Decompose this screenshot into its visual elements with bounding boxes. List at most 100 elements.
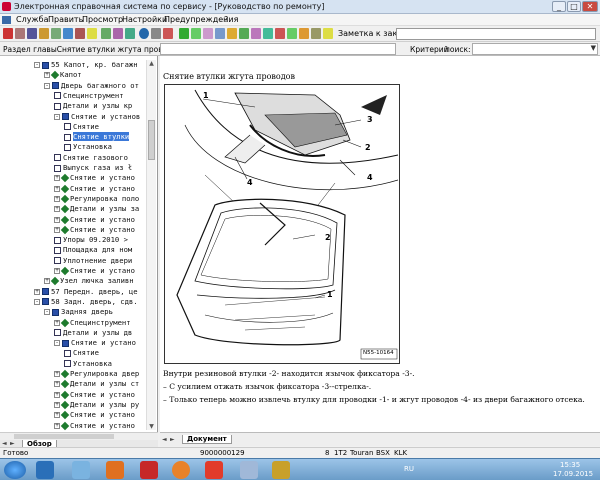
tree-item[interactable]: + Снятие и устано	[0, 410, 135, 420]
menu-service[interactable]: Служба	[16, 15, 48, 24]
tree-item[interactable]: + Снятие и устано	[0, 173, 135, 183]
tab-scroll-right-icon[interactable]: ►	[10, 440, 15, 447]
tree-item[interactable]: - Задняя дверь	[0, 307, 113, 317]
toolbar-icon-10[interactable]	[113, 28, 123, 39]
taskbar-app2-icon[interactable]	[272, 461, 290, 479]
toolbar-icon-11[interactable]	[125, 28, 135, 39]
toolbar-icon-4[interactable]	[39, 28, 49, 39]
language-indicator[interactable]: RU	[404, 465, 414, 473]
tree-vertical-scrollbar[interactable]: ▲ ▼	[146, 60, 156, 430]
tree-item[interactable]: + Регулировка поло	[0, 194, 139, 204]
expand-icon[interactable]: +	[54, 412, 60, 419]
tree-item[interactable]: + Снятие и устано	[0, 421, 135, 431]
clock-date[interactable]: 17.09.2015	[553, 470, 593, 478]
tree-item[interactable]: Детали и узлы дв	[0, 328, 132, 338]
menu-settings[interactable]: Настройки	[122, 15, 167, 24]
tree-item[interactable]: Упоры 09.2010 >	[0, 235, 128, 245]
hscroll-thumb[interactable]	[14, 434, 114, 439]
toolbar-icon-13[interactable]	[151, 28, 161, 39]
toolbar-icon-24[interactable]	[287, 28, 297, 39]
taskbar-window-icon[interactable]	[240, 461, 258, 479]
doc-tab-scroll-left-icon[interactable]: ◄	[162, 436, 167, 443]
toolbar-icon-14[interactable]	[163, 28, 173, 39]
tree-item[interactable]: Снятие	[0, 122, 99, 132]
taskbar-yandex-icon[interactable]	[205, 461, 223, 479]
expand-icon[interactable]: +	[54, 391, 60, 398]
toolbar-icon-6[interactable]	[63, 28, 73, 39]
search-dropdown[interactable]: ▼	[472, 43, 598, 55]
collapse-icon[interactable]: -	[54, 113, 60, 120]
tab-scroll-left-icon[interactable]: ◄	[2, 440, 7, 447]
collapse-icon[interactable]: -	[54, 340, 60, 347]
toolbar-icon-1[interactable]	[3, 28, 13, 39]
expand-icon[interactable]: +	[54, 216, 60, 223]
close-button[interactable]: ✕	[582, 1, 598, 12]
expand-icon[interactable]: +	[54, 268, 60, 274]
toolbar-icon-5[interactable]	[51, 28, 61, 39]
scroll-thumb[interactable]	[148, 120, 155, 160]
tree-item[interactable]: Установка	[0, 142, 112, 152]
tree-item[interactable]: - Дверь багажного от	[0, 81, 139, 91]
toolbar-icon-8[interactable]	[87, 28, 97, 39]
tree-item[interactable]: Детали и узлы кр	[0, 101, 132, 111]
expand-icon[interactable]: +	[54, 319, 60, 326]
start-button[interactable]	[4, 461, 26, 479]
toolbar-icon-20[interactable]	[239, 28, 249, 39]
toolbar-icon-27[interactable]	[323, 28, 333, 39]
tree-item[interactable]: + Капот	[0, 70, 82, 80]
menu-view[interactable]: Просмотр	[82, 15, 123, 24]
tree-item[interactable]: - 58 Задн. дверь, сдв.	[0, 297, 138, 307]
tree-item[interactable]: + Снятие и устано	[0, 184, 135, 194]
menu-help[interactable]: ?	[224, 15, 228, 24]
clock-time[interactable]: 15:35	[560, 461, 580, 469]
tree-item[interactable]: - 55 Капот, кр. багажн	[0, 60, 138, 70]
toolbar-icon-21[interactable]	[251, 28, 261, 39]
toolbar-icon-3[interactable]	[27, 28, 37, 39]
tree-item[interactable]: Снятие	[0, 348, 99, 358]
toolbar-icon-15[interactable]	[179, 28, 189, 39]
expand-icon[interactable]: +	[54, 371, 60, 377]
toolbar-icon-16[interactable]	[191, 28, 201, 39]
toolbar-icon-19[interactable]	[227, 28, 237, 39]
tree-item[interactable]: + Детали и узлы ру	[0, 400, 139, 410]
expand-icon[interactable]: +	[44, 72, 50, 79]
taskbar-ie-icon[interactable]	[36, 461, 54, 479]
tree-item[interactable]: + Снятие и устано	[0, 225, 135, 235]
toolbar-icon-25[interactable]	[299, 28, 309, 39]
tree-horizontal-scrollbar[interactable]	[0, 432, 158, 440]
order-note-input[interactable]	[396, 28, 596, 40]
tree-item[interactable]: Снятие втулки	[0, 132, 130, 142]
tree-item[interactable]: + Детали и узлы за	[0, 204, 139, 214]
tree-item[interactable]: + Снятие и устано	[0, 215, 135, 225]
expand-icon[interactable]: +	[54, 206, 60, 213]
tree-item[interactable]: + Снятие и устано	[0, 390, 135, 400]
menu-edit[interactable]: Править	[48, 15, 83, 24]
taskbar-app-icon[interactable]	[140, 461, 158, 479]
expand-icon[interactable]: +	[54, 226, 60, 233]
collapse-icon[interactable]: -	[34, 298, 40, 305]
tab-document[interactable]: Документ	[182, 435, 232, 444]
toolbar-icon-18[interactable]	[215, 28, 225, 39]
expand-icon[interactable]: +	[34, 288, 40, 295]
tree-item[interactable]: + Специнструмент	[0, 318, 131, 328]
expand-icon[interactable]: +	[54, 175, 60, 182]
expand-icon[interactable]: +	[54, 381, 60, 388]
expand-icon[interactable]: +	[44, 278, 50, 285]
toolbar-icon-9[interactable]	[101, 28, 111, 39]
collapse-icon[interactable]: -	[44, 309, 50, 316]
expand-icon[interactable]: +	[54, 195, 60, 202]
expand-icon[interactable]: +	[54, 185, 60, 192]
collapse-icon[interactable]: -	[44, 82, 50, 89]
maximize-button[interactable]: □	[567, 1, 581, 12]
tree-item[interactable]: Установка	[0, 359, 112, 369]
collapse-icon[interactable]: -	[34, 62, 40, 68]
tree-item[interactable]: Выпуск газа из ł	[0, 163, 132, 173]
tree-item[interactable]: - Снятие и установ	[0, 112, 140, 122]
toolbar-icon-26[interactable]	[311, 28, 321, 39]
scroll-up-icon[interactable]: ▲	[148, 60, 155, 67]
tree-item[interactable]: +57 Передн. дверь, це	[0, 287, 138, 297]
tree-item[interactable]: - Снятие и устано	[0, 338, 136, 348]
tree-item[interactable]: + Регулировка двер	[0, 369, 139, 379]
tree-item[interactable]: + Снятие и устано	[0, 266, 135, 276]
tree-item[interactable]: + Детали и узлы ст	[0, 379, 139, 389]
